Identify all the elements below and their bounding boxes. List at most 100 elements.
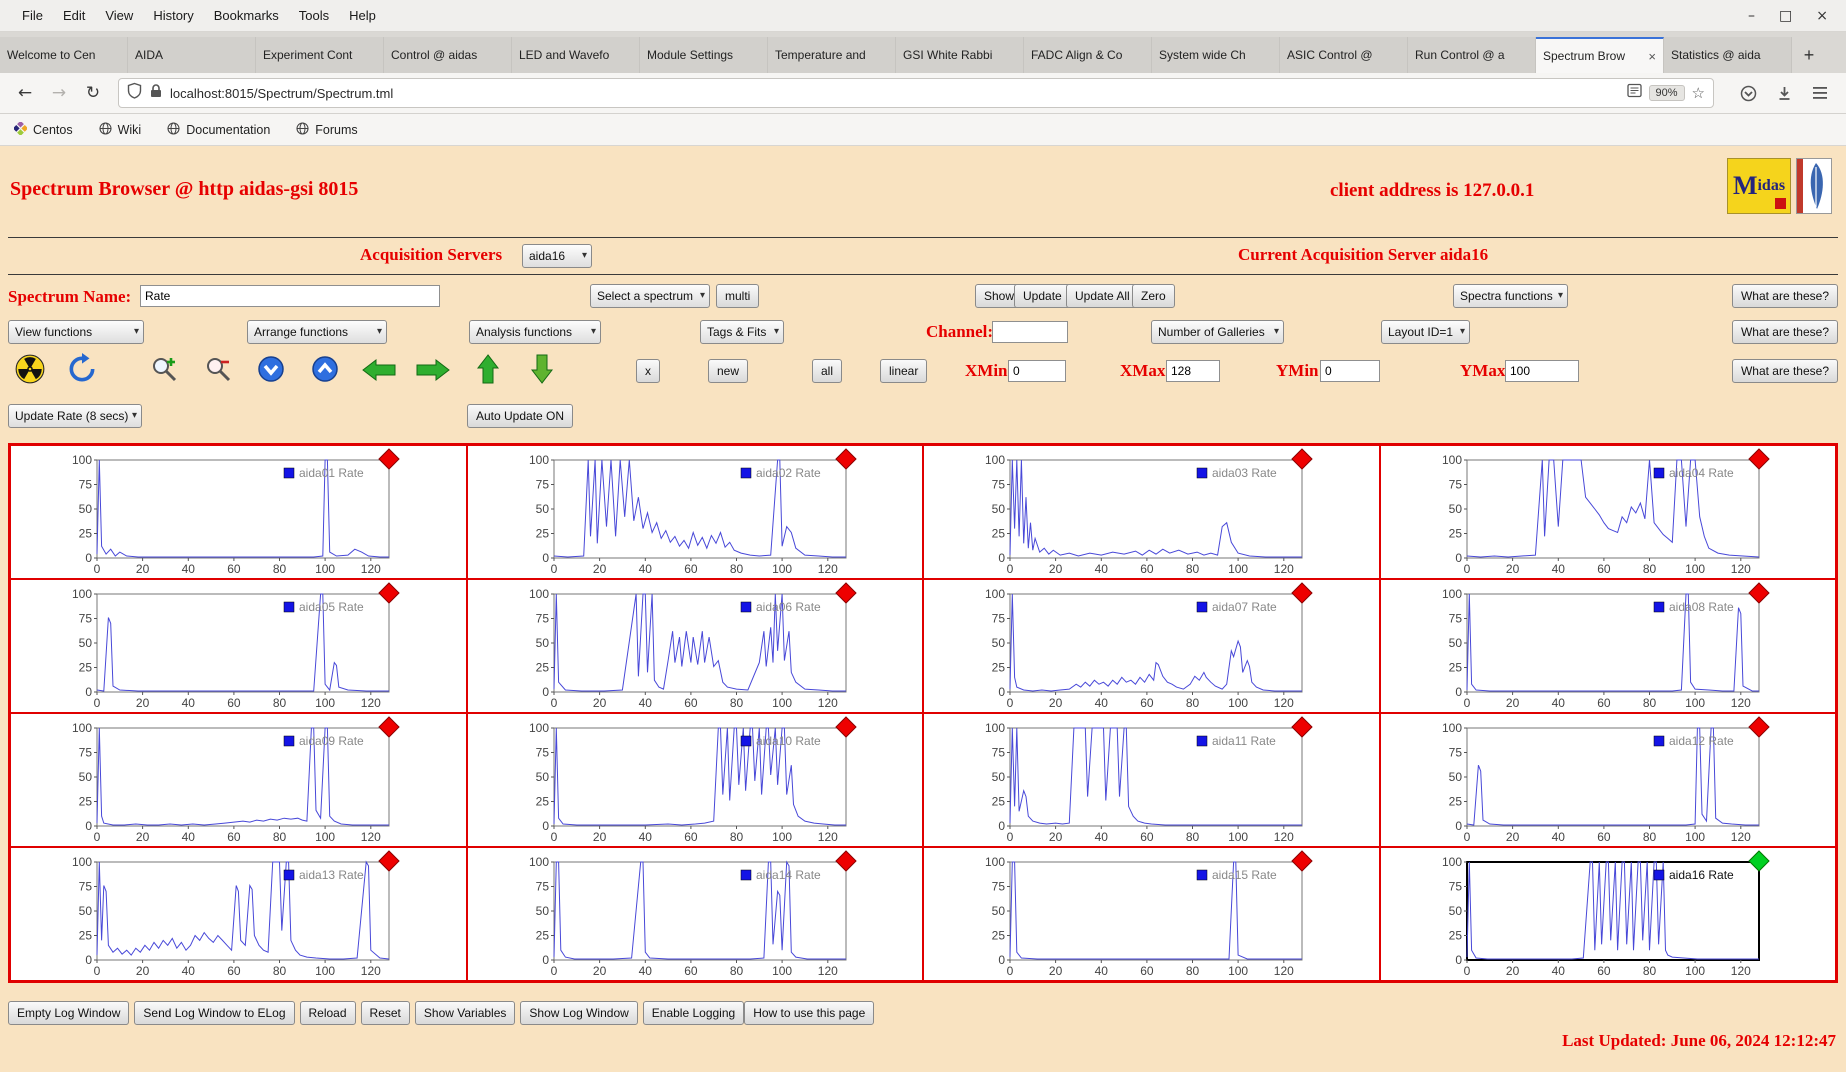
downloads-icon[interactable] [1768, 85, 1800, 102]
view-functions-dropdown[interactable]: View functions [8, 320, 144, 344]
arrange-functions-dropdown[interactable]: Arrange functions [247, 320, 387, 344]
tracking-protection-icon[interactable] [127, 82, 142, 104]
move-up-icon[interactable] [474, 352, 502, 391]
menu-view[interactable]: View [95, 8, 143, 23]
how-to-button[interactable]: How to use this page [744, 1001, 875, 1025]
gallery-panel-aida12-rate[interactable]: 0 25 50 75 100 0 20 40 60 80 100 120 aida12 Rate [1379, 713, 1836, 847]
page-up-icon[interactable] [310, 354, 340, 389]
gallery-panel-aida10-rate[interactable]: 0 25 50 75 100 0 20 40 60 80 100 120 aida10 Rate [466, 713, 923, 847]
pocket-icon[interactable] [1732, 85, 1764, 102]
move-down-icon[interactable] [528, 352, 556, 391]
ymin-input[interactable] [1320, 360, 1380, 382]
back-button[interactable]: ← [10, 83, 40, 103]
xmin-input[interactable] [1008, 360, 1066, 382]
gallery-panel-aida15-rate[interactable]: 0 25 50 75 100 0 20 40 60 80 100 120 aida15 Rate [923, 847, 1380, 981]
xmax-input[interactable] [1166, 360, 1220, 382]
gallery-panel-aida05-rate[interactable]: 0 25 50 75 100 0 20 40 60 80 100 120 aida05 Rate [10, 579, 467, 713]
app-menu-icon[interactable] [1804, 86, 1836, 100]
enable-logging-button[interactable]: Enable Logging [642, 1001, 745, 1025]
tab-experiment-cont[interactable]: Experiment Cont [256, 37, 384, 73]
update-button[interactable]: Update [1014, 284, 1071, 308]
empty-log-window-button[interactable]: Empty Log Window [8, 1001, 130, 1025]
tab-statistics-aida[interactable]: Statistics @ aida [1664, 37, 1792, 73]
tab-fadc-align-co[interactable]: FADC Align & Co [1024, 37, 1152, 73]
update-rate-dropdown[interactable]: Update Rate (8 secs) [8, 404, 142, 428]
tab-aida[interactable]: AIDA [128, 37, 256, 73]
url-bar[interactable]: localhost:8015/Spectrum/Spectrum.tml 90%… [118, 78, 1714, 108]
move-right-icon[interactable] [414, 356, 452, 389]
minimize-button[interactable]: – [1748, 8, 1755, 24]
connection-lock-icon[interactable] [149, 83, 163, 104]
page-down-icon[interactable] [256, 354, 286, 389]
tab-control-aidas[interactable]: Control @ aidas [384, 37, 512, 73]
reader-view-icon[interactable] [1626, 83, 1642, 103]
number-of-galleries-dropdown[interactable]: Number of Galleries [1151, 320, 1284, 344]
close-button[interactable]: × [1816, 8, 1828, 24]
acquisition-server-select[interactable]: aida16 [522, 244, 592, 268]
new-button[interactable]: new [708, 359, 749, 383]
zoom-in-icon[interactable] [150, 355, 180, 390]
tab-spectrum-brow[interactable]: Spectrum Brow × [1536, 37, 1664, 73]
tags-fits-dropdown[interactable]: Tags & Fits [700, 320, 784, 344]
gallery-panel-aida16-rate[interactable]: 0 25 50 75 100 0 20 40 60 80 100 120 aida16 Rate [1379, 847, 1836, 981]
send-log-window-to-elog-button[interactable]: Send Log Window to ELog [134, 1001, 295, 1025]
what-are-these-button[interactable]: What are these? [1731, 284, 1838, 308]
gallery-panel-aida04-rate[interactable]: 0 25 50 75 100 0 20 40 60 80 100 120 aida04 Rate [1379, 445, 1836, 579]
tab-module-settings[interactable]: Module Settings [640, 37, 768, 73]
tab-led-and-wavefo[interactable]: LED and Wavefo [512, 37, 640, 73]
multi-button[interactable]: multi [716, 284, 760, 308]
tab-gsi-white-rabbi[interactable]: GSI White Rabbi [896, 37, 1024, 73]
gallery-panel-aida02-rate[interactable]: 0 25 50 75 100 0 20 40 60 80 100 120 aida02 Rate [466, 445, 923, 579]
x-button[interactable]: x [636, 359, 660, 383]
bookmark-centos[interactable]: Centos [12, 120, 73, 138]
bookmark-forums[interactable]: Forums [296, 121, 358, 138]
zoom-out-icon[interactable] [204, 355, 234, 390]
show-variables-button[interactable]: Show Variables [414, 1001, 516, 1025]
channel-input[interactable] [992, 321, 1068, 343]
menu-edit[interactable]: Edit [53, 8, 95, 23]
menu-history[interactable]: History [143, 8, 203, 23]
analysis-functions-dropdown[interactable]: Analysis functions [469, 320, 601, 344]
gallery-panel-aida14-rate[interactable]: 0 25 50 75 100 0 20 40 60 80 100 120 aida14 Rate [466, 847, 923, 981]
menu-help[interactable]: Help [339, 8, 386, 23]
layout-id-dropdown[interactable]: Layout ID=1 [1381, 320, 1470, 344]
tab-asic-control[interactable]: ASIC Control @ [1280, 37, 1408, 73]
gallery-panel-aida07-rate[interactable]: 0 25 50 75 100 0 20 40 60 80 100 120 aida07 Rate [923, 579, 1380, 713]
menu-tools[interactable]: Tools [289, 8, 339, 23]
spectrum-name-input[interactable] [140, 285, 440, 307]
gallery-panel-aida08-rate[interactable]: 0 25 50 75 100 0 20 40 60 80 100 120 aida08 Rate [1379, 579, 1836, 713]
ymax-input[interactable] [1505, 360, 1579, 382]
what-are-these-button[interactable]: What are these? [1731, 320, 1838, 344]
menu-file[interactable]: File [12, 8, 53, 23]
tab-run-control-a[interactable]: Run Control @ a [1408, 37, 1536, 73]
select-spectrum-dropdown[interactable]: Select a spectrum [590, 284, 710, 308]
bookmark-documentation[interactable]: Documentation [167, 121, 270, 138]
show-log-window-button[interactable]: Show Log Window [520, 1001, 638, 1025]
maximize-button[interactable]: □ [1779, 8, 1792, 24]
new-tab-button[interactable]: + [1792, 37, 1826, 73]
auto-update-button[interactable]: Auto Update ON [467, 404, 574, 428]
bookmark-wiki[interactable]: Wiki [99, 121, 141, 138]
zero-button[interactable]: Zero [1132, 284, 1175, 308]
tab-system-wide-ch[interactable]: System wide Ch [1152, 37, 1280, 73]
reload-button[interactable]: Reload [299, 1001, 356, 1025]
gallery-panel-aida11-rate[interactable]: 0 25 50 75 100 0 20 40 60 80 100 120 aida11 Rate [923, 713, 1380, 847]
gallery-panel-aida01-rate[interactable]: 0 25 50 75 100 0 20 40 60 80 100 120 aida01 Rate [10, 445, 467, 579]
reset-button[interactable]: Reset [360, 1001, 410, 1025]
what-are-these-button[interactable]: What are these? [1731, 359, 1838, 383]
move-left-icon[interactable] [360, 356, 398, 389]
gallery-panel-aida09-rate[interactable]: 0 25 50 75 100 0 20 40 60 80 100 120 aida09 Rate [10, 713, 467, 847]
gallery-panel-aida13-rate[interactable]: 0 25 50 75 100 0 20 40 60 80 100 120 aida13 Rate [10, 847, 467, 981]
tab-close-icon[interactable]: × [1648, 49, 1656, 64]
zoom-level-badge[interactable]: 90% [1648, 85, 1685, 101]
reload-button[interactable]: ↻ [78, 83, 108, 103]
forward-button[interactable]: → [44, 83, 74, 103]
refresh-icon[interactable] [66, 353, 98, 390]
tab-temperature-and[interactable]: Temperature and [768, 37, 896, 73]
all-button[interactable]: all [812, 359, 843, 383]
update-all-button[interactable]: Update All [1066, 284, 1139, 308]
linear-button[interactable]: linear [880, 359, 928, 383]
spectra-functions-dropdown[interactable]: Spectra functions [1453, 284, 1568, 308]
gallery-panel-aida03-rate[interactable]: 0 25 50 75 100 0 20 40 60 80 100 120 aida03 Rate [923, 445, 1380, 579]
menu-bookmarks[interactable]: Bookmarks [204, 8, 289, 23]
